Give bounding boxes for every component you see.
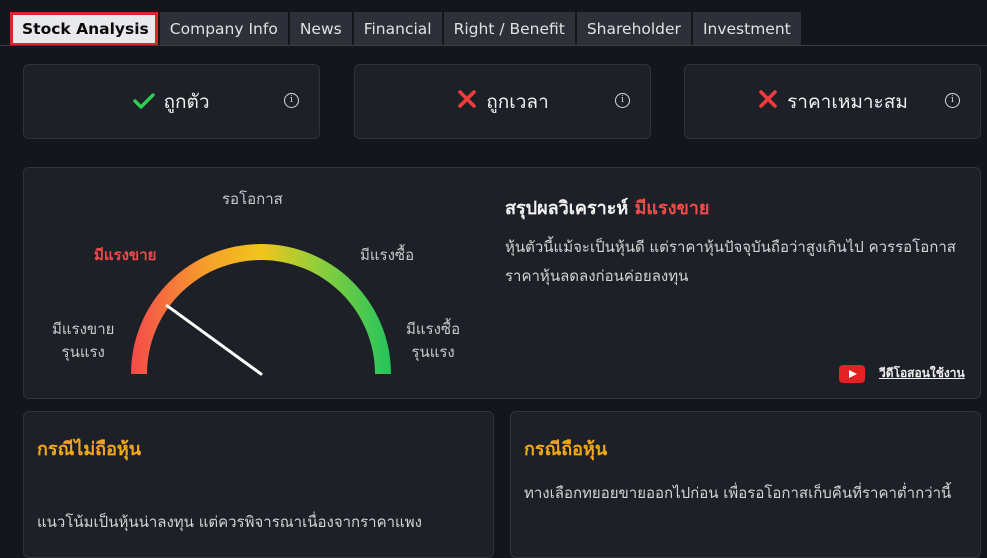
tab-right-benefit[interactable]: Right / Benefit bbox=[443, 12, 575, 46]
video-tutorial-link[interactable]: วีดีโอสอนใช้งาน bbox=[839, 364, 965, 383]
youtube-icon bbox=[839, 364, 865, 383]
case-holding-title: กรณีถือหุ้น bbox=[524, 439, 608, 460]
gauge-label-strong-sell-line2: รุนแรง bbox=[61, 343, 105, 361]
tab-shareholder[interactable]: Shareholder bbox=[576, 12, 691, 46]
criteria-label: ถูกเวลา bbox=[486, 90, 549, 113]
criteria-card-right-stock: ถูกตัว i bbox=[23, 64, 320, 139]
gauge-label-strong-buy: มีแรงซื้อ รุนแรง bbox=[406, 318, 460, 364]
case-not-holding-body: แนวโน้มเป็นหุ้นน่าลงทุน แต่ควรพิจารณาเนื… bbox=[37, 513, 422, 531]
case-not-holding-title: กรณีไม่ถือหุ้น bbox=[37, 439, 142, 460]
tab-news[interactable]: News bbox=[289, 12, 352, 46]
criteria-card-right-time: ถูกเวลา i bbox=[354, 64, 651, 139]
check-icon bbox=[133, 89, 156, 115]
summary-title-text: สรุปผลวิเคราะห์ bbox=[505, 198, 629, 219]
criteria-label: ถูกตัว bbox=[163, 90, 210, 113]
gauge-label-buy: มีแรงซื้อ bbox=[360, 246, 415, 264]
tab-investment[interactable]: Investment bbox=[692, 12, 801, 46]
gauge-label-strong-buy-line2: รุนแรง bbox=[411, 343, 455, 361]
tab-divider bbox=[0, 45, 987, 46]
summary-verdict: มีแรงขาย bbox=[634, 198, 710, 219]
case-holding-body: ทางเลือกทยอยขายออกไปก่อน เพื่อรอโอกาสเก็… bbox=[524, 484, 952, 502]
info-icon[interactable]: i bbox=[284, 93, 299, 108]
tab-financial[interactable]: Financial bbox=[353, 12, 442, 46]
video-tutorial-label[interactable]: วีดีโอสอนใช้งาน bbox=[879, 364, 965, 383]
info-icon[interactable]: i bbox=[945, 93, 960, 108]
tab-strip: Stock Analysis Company Info News Financi… bbox=[10, 12, 803, 46]
criteria-card-fair-price: ราคาเหมาะสม i bbox=[684, 64, 981, 139]
gauge-label-strong-sell: มีแรงขาย รุนแรง bbox=[52, 318, 114, 364]
gauge-label-strong-buy-line1: มีแรงซื้อ bbox=[406, 320, 461, 338]
info-icon[interactable]: i bbox=[615, 93, 630, 108]
tab-stock-analysis[interactable]: Stock Analysis bbox=[10, 12, 158, 46]
gauge-label-sell: มีแรงขาย bbox=[94, 246, 157, 264]
summary-title: สรุปผลวิเคราะห์ มีแรงขาย bbox=[505, 193, 709, 222]
tab-company-info[interactable]: Company Info bbox=[159, 12, 288, 46]
summary-body: หุ้นตัวนี้แม้จะเป็นหุ้นดี แต่ราคาหุ้นปัจ… bbox=[505, 238, 956, 285]
gauge-label-neutral: รอโอกาส bbox=[222, 190, 283, 208]
cross-icon bbox=[757, 88, 779, 115]
criteria-label: ราคาเหมาะสม bbox=[787, 90, 908, 113]
tab-bar: Stock Analysis Company Info News Financi… bbox=[0, 0, 987, 46]
gauge-label-strong-sell-line1: มีแรงขาย bbox=[52, 320, 115, 338]
cross-icon bbox=[456, 88, 478, 115]
